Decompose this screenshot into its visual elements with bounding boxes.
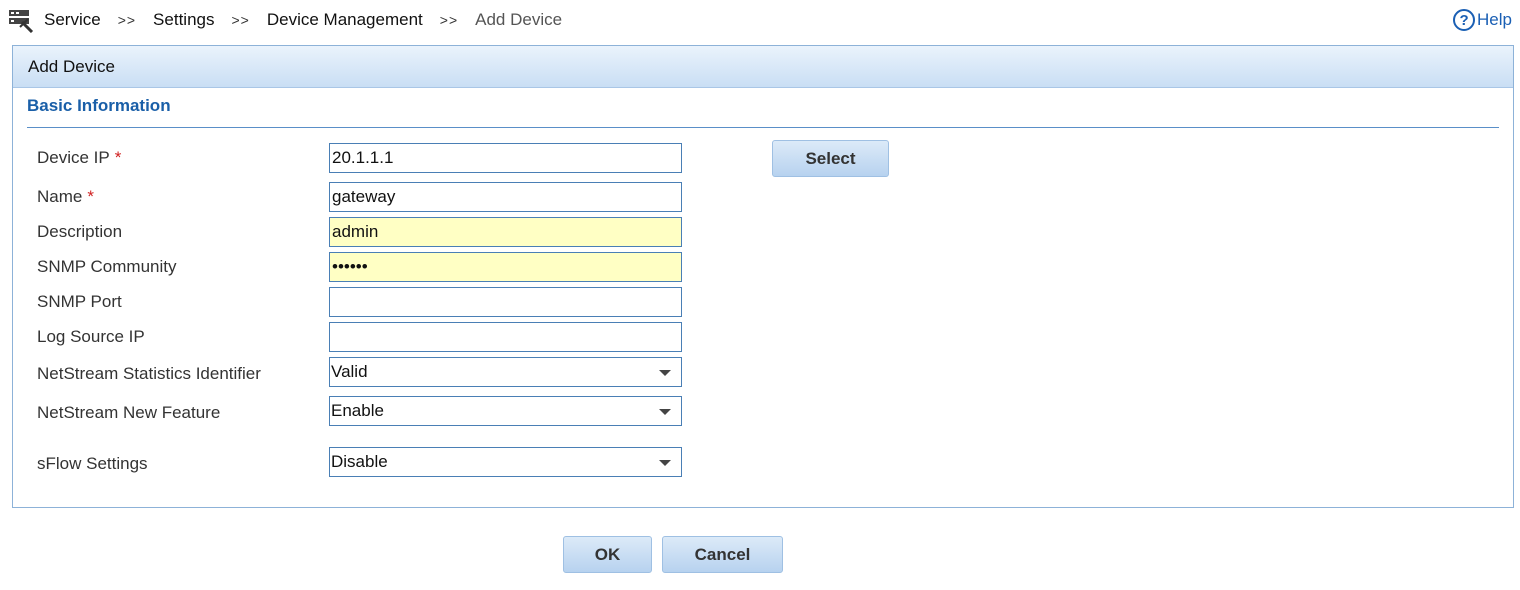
ok-button[interactable]: OK (563, 536, 652, 573)
help-label: Help (1477, 10, 1512, 29)
snmp-community-row: SNMP Community (37, 252, 1497, 282)
select-button[interactable]: Select (772, 140, 889, 177)
chevron-down-icon (659, 370, 671, 376)
device-icon (9, 10, 34, 33)
device-ip-label: Device IP * (37, 148, 122, 167)
chevron-down-icon (659, 409, 671, 415)
netstream-stats-value: Valid (331, 362, 368, 381)
breadcrumb-settings[interactable]: Settings (153, 10, 214, 30)
breadcrumb-service[interactable]: Service (44, 10, 101, 30)
name-label: Name * (37, 187, 94, 206)
netstream-stats-row: NetStream Statistics Identifier Valid (37, 357, 1497, 387)
help-icon: ? (1453, 9, 1476, 31)
netstream-feature-value: Enable (331, 401, 384, 420)
device-ip-row: Device IP* Select (37, 140, 1497, 177)
netstream-feature-row: NetStream New Feature Enable (37, 396, 1497, 426)
breadcrumb: Service >> Settings >> Device Management… (8, 6, 562, 34)
netstream-feature-label: NetStream New Feature (37, 403, 221, 422)
add-device-panel: Add Device Basic Information Device IP * … (12, 45, 1514, 508)
breadcrumb-separator: >> (231, 12, 250, 28)
required-mark: * (87, 187, 94, 206)
sflow-label: sFlow Settings (37, 454, 148, 473)
sflow-row: sFlow Settings Disable (37, 447, 1497, 477)
sflow-select[interactable]: Disable (329, 447, 682, 477)
section-divider (27, 127, 1499, 128)
log-source-ip-label: Log Source IP (37, 327, 145, 346)
breadcrumb-separator: >> (117, 12, 137, 28)
required-mark: * (114, 148, 122, 167)
name-input[interactable] (329, 182, 682, 212)
description-row: Description (37, 217, 1497, 247)
cancel-button[interactable]: Cancel (662, 536, 783, 573)
log-source-ip-input[interactable] (329, 322, 682, 352)
snmp-community-input[interactable] (329, 252, 682, 282)
snmp-port-label: SNMP Port (37, 292, 122, 311)
log-source-ip-row: Log Source IP (37, 322, 1497, 352)
name-row: Name * (37, 182, 1497, 212)
device-ip-input[interactable] (329, 143, 682, 173)
breadcrumb-separator: >> (439, 12, 459, 28)
sflow-value: Disable (331, 452, 388, 471)
snmp-community-label: SNMP Community (37, 257, 177, 276)
section-title: Basic Information (27, 96, 171, 115)
description-label: Description (37, 222, 123, 241)
breadcrumb-current: Add Device (475, 10, 563, 29)
help-link[interactable]: ? Help (1453, 6, 1512, 34)
netstream-stats-label: NetStream Statistics Identifier (37, 364, 261, 383)
panel-title: Add Device (13, 46, 1513, 88)
netstream-stats-select[interactable]: Valid (329, 357, 682, 387)
snmp-port-input[interactable] (329, 287, 682, 317)
snmp-port-row: SNMP Port (37, 287, 1497, 317)
netstream-feature-select[interactable]: Enable (329, 396, 682, 426)
breadcrumb-device-management[interactable]: Device Management (267, 10, 423, 30)
chevron-down-icon (659, 460, 671, 466)
description-input[interactable] (329, 217, 682, 247)
